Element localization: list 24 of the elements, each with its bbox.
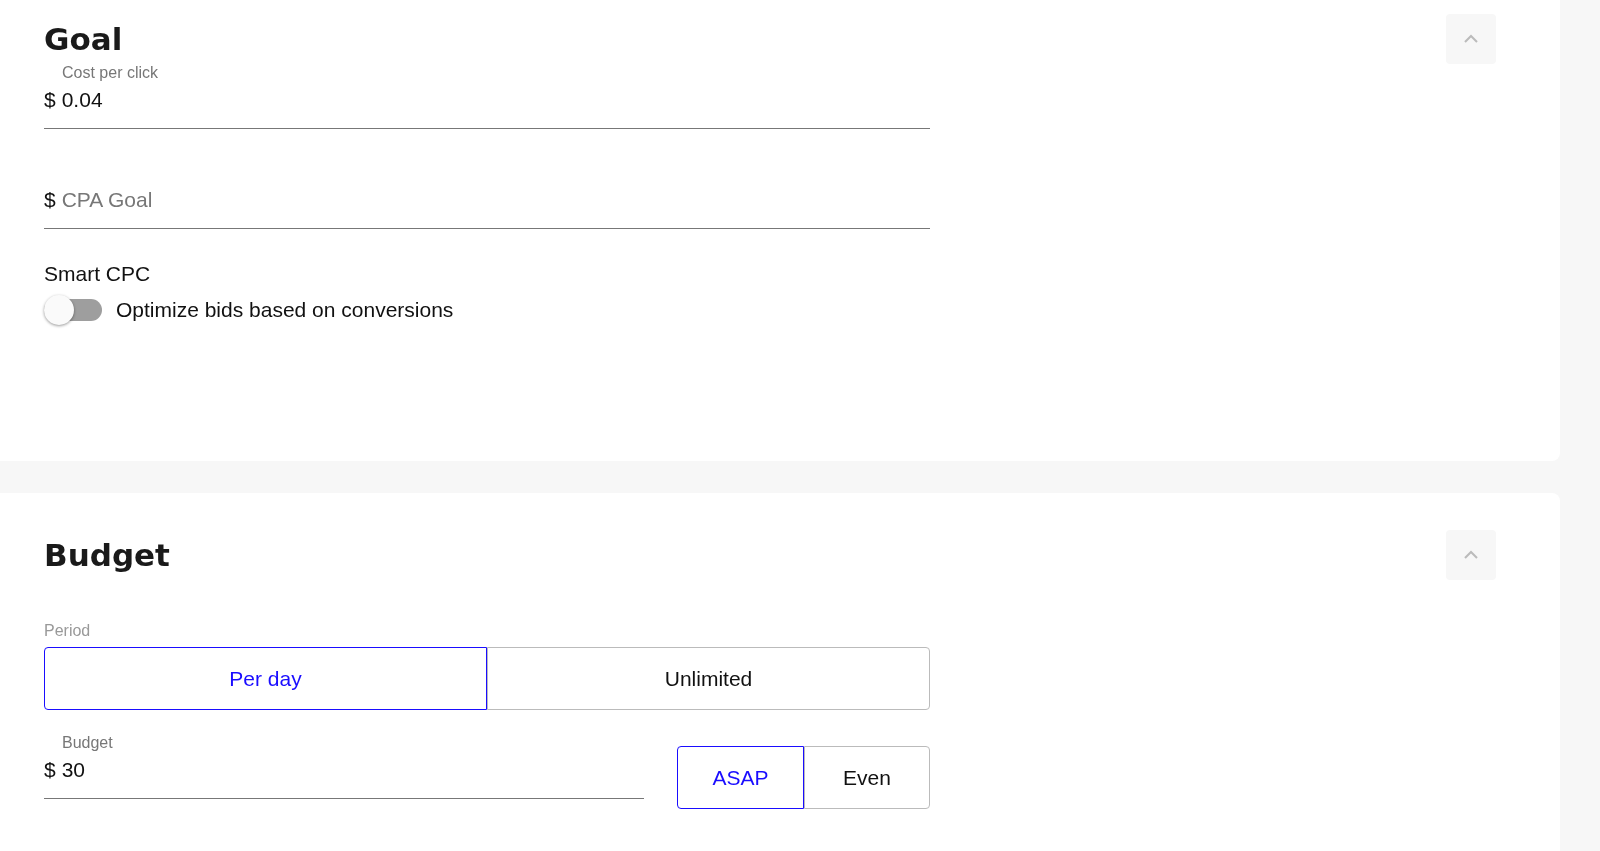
text-input[interactable]: 30 (61, 758, 114, 782)
segment-option[interactable]: Even (804, 746, 930, 809)
segment-option[interactable]: Per day (44, 647, 487, 710)
segment-option[interactable]: ASAP (677, 746, 804, 809)
currency-prefix: $ (44, 88, 56, 112)
section-title: Budget (44, 537, 170, 573)
period-label: Period (44, 622, 92, 640)
currency-prefix: $ (44, 758, 56, 782)
field-label: Cost per click (61, 64, 160, 82)
field-label: Budget (61, 734, 114, 752)
input-field[interactable]: Budget $ 30 (44, 734, 644, 799)
segment-option[interactable]: Unlimited (487, 647, 930, 710)
collapse-button[interactable] (1446, 530, 1496, 580)
text-input[interactable]: CPA Goal (61, 188, 187, 212)
section-title: Goal (44, 21, 123, 57)
input-field[interactable]: $ CPA Goal (44, 168, 930, 229)
toggle-label: Smart CPC (44, 262, 152, 286)
text-input[interactable]: 0.04 (61, 88, 138, 112)
currency-prefix: $ (44, 188, 56, 212)
collapse-button[interactable] (1446, 14, 1496, 64)
chevron-up-icon (1463, 550, 1479, 560)
input-field[interactable]: Cost per click $ 0.04 (44, 64, 930, 129)
toggle-text: Optimize bids based on conversions (116, 298, 454, 322)
chevron-up-icon (1463, 34, 1479, 44)
